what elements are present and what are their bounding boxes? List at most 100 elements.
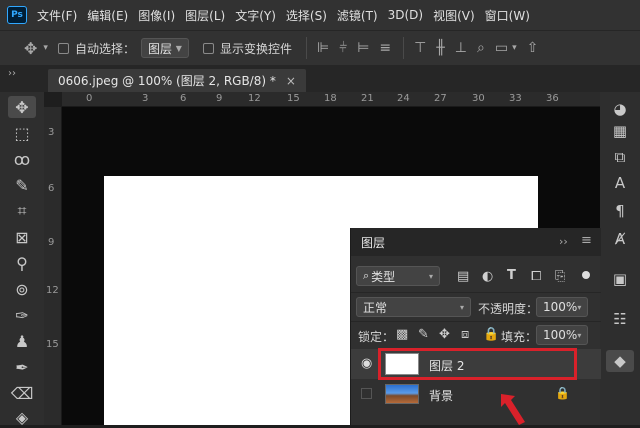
panel-menu-icon[interactable]: ≡ xyxy=(581,233,592,248)
glyphs-panel-icon[interactable]: Ⱥ xyxy=(606,228,634,250)
move-tool-icon[interactable]: ✥ xyxy=(8,96,36,118)
eye-icon[interactable]: ◉ xyxy=(361,356,372,371)
history-brush-tool-icon[interactable]: ✒ xyxy=(8,356,36,378)
move-tool-icon[interactable]: ✥ xyxy=(24,39,37,58)
layer-row[interactable]: ◉ 图层 2 xyxy=(351,348,601,380)
ruler-tick: 33 xyxy=(509,93,522,104)
ruler-tick: 36 xyxy=(546,93,559,104)
ruler-tick: 12 xyxy=(46,285,59,296)
lock-row: 锁定： ▩ ✎ ✥ ⧈ 🔒 填充： 100% ▾ xyxy=(351,321,601,348)
document-tab-bar: ›› 0606.jpeg @ 100% (图层 2, RGB/8) * × xyxy=(0,66,640,92)
lock-all-icon[interactable]: 🔒 xyxy=(483,327,499,342)
smart-object-filter-icon[interactable]: ⎘ xyxy=(555,269,565,284)
menu-window[interactable]: 窗口(W) xyxy=(485,7,530,24)
layer-name[interactable]: 图层 2 xyxy=(429,357,464,374)
show-transform-checkbox[interactable] xyxy=(202,42,214,54)
eyedropper-tool-icon[interactable]: ⚲ xyxy=(8,252,36,274)
align-center-icon[interactable]: ⫩ xyxy=(339,40,347,56)
layers-panel-icon[interactable]: ◆ xyxy=(606,350,634,372)
frame-tool-icon[interactable]: ⊠ xyxy=(8,226,36,248)
lock-position-icon[interactable]: ✥ xyxy=(439,327,450,342)
layer-name[interactable]: 背景 xyxy=(429,387,453,404)
layers-panel-header: 图层 ›› ≡ xyxy=(351,228,601,256)
stamp-tool-icon[interactable]: ♟ xyxy=(8,330,36,352)
menu-3d[interactable]: 3D(D) xyxy=(388,8,423,22)
swatches-panel-icon[interactable]: ▦ xyxy=(606,120,634,142)
lock-pixels-icon[interactable]: ✎ xyxy=(418,327,429,342)
lock-artboard-icon[interactable]: ⧈ xyxy=(461,327,469,342)
menu-image[interactable]: 图像(I) xyxy=(138,7,175,24)
menu-edit[interactable]: 编辑(E) xyxy=(87,7,128,24)
marquee-tool-icon[interactable]: ⬚ xyxy=(8,122,36,144)
adjustments-panel-icon[interactable]: ☷ xyxy=(606,308,634,330)
quick-select-tool-icon[interactable]: ✎ xyxy=(8,174,36,196)
libraries-panel-icon[interactable]: ⧉ xyxy=(606,146,634,168)
layer-row[interactable]: 背景 🔒 xyxy=(351,380,601,410)
align-bottom-icon[interactable]: ⊥ xyxy=(455,40,467,56)
ruler-tick: 21 xyxy=(361,93,374,104)
visibility-toggle[interactable] xyxy=(361,388,372,399)
photoshop-logo-icon[interactable]: Ps xyxy=(7,6,27,24)
align-middle-icon[interactable]: ╫ xyxy=(436,40,444,56)
properties-panel-icon[interactable]: ▣ xyxy=(606,268,634,290)
chevron-down-icon: ▾ xyxy=(577,330,582,340)
eraser-tool-icon[interactable]: ⌫ xyxy=(8,382,36,404)
color-panel-icon[interactable]: ◕ xyxy=(606,98,634,120)
share-icon[interactable]: ⇧ xyxy=(527,40,539,56)
ruler-tick: 30 xyxy=(472,93,485,104)
show-transform-label: 显示变换控件 xyxy=(219,41,292,56)
type-filter-icon[interactable]: T xyxy=(507,268,516,283)
auto-select-dropdown[interactable]: 图层 ▼ xyxy=(140,38,189,58)
filter-toggle-icon[interactable] xyxy=(582,271,590,279)
menu-filter[interactable]: 滤镜(T) xyxy=(337,7,378,24)
opacity-input[interactable]: 100% ▾ xyxy=(536,297,588,317)
menu-layer[interactable]: 图层(L) xyxy=(185,7,225,24)
align-left-icon[interactable]: ⊫ xyxy=(317,40,329,56)
search-icon: ⌕ xyxy=(363,269,370,282)
menu-bar: Ps 文件(F) 编辑(E) 图像(I) 图层(L) 文字(Y) 选择(S) 滤… xyxy=(0,0,640,30)
divider xyxy=(305,37,307,59)
layer-filter-dropdown[interactable]: ⌕ 类型 ▾ xyxy=(356,266,440,286)
menu-select[interactable]: 选择(S) xyxy=(286,7,327,24)
pixel-filter-icon[interactable]: ▤ xyxy=(457,269,469,284)
workspace-icon[interactable]: ▭ xyxy=(495,40,508,56)
search-icon[interactable]: ⌕ xyxy=(477,40,485,56)
ruler-tick: 9 xyxy=(216,93,223,104)
lock-icon: 🔒 xyxy=(555,386,570,400)
healing-tool-icon[interactable]: ⊚ xyxy=(8,278,36,300)
background-thumbnail xyxy=(385,384,419,404)
chevron-down-icon: ▾ xyxy=(428,271,433,281)
chevron-down-icon: ▾ xyxy=(459,302,464,312)
layers-panel-title[interactable]: 图层 xyxy=(361,234,385,251)
layers-panel: 图层 ›› ≡ ⌕ 类型 ▾ ▤ ◐ T ⧠ ⎘ 正常 ▾ 不透明度： 100%… xyxy=(350,228,601,425)
ruler-tick: 15 xyxy=(46,339,59,350)
ruler-tick: 18 xyxy=(324,93,337,104)
chevron-down-icon[interactable]: ▾ xyxy=(43,43,48,53)
vertical-ruler: 3 6 9 12 15 xyxy=(44,107,62,425)
close-icon[interactable]: × xyxy=(286,74,296,88)
menu-view[interactable]: 视图(V) xyxy=(433,7,475,24)
collapse-panel-icon[interactable]: ›› xyxy=(559,235,568,248)
distribute-icon[interactable]: ≡ xyxy=(379,40,391,56)
shape-filter-icon[interactable]: ⧠ xyxy=(531,269,541,284)
brush-tool-icon[interactable]: ✑ xyxy=(8,304,36,326)
menu-file[interactable]: 文件(F) xyxy=(37,7,77,24)
collapse-toolbar-icon[interactable]: ›› xyxy=(8,68,16,79)
paragraph-panel-icon[interactable]: ¶ xyxy=(606,200,634,222)
align-top-icon[interactable]: ⊤ xyxy=(414,40,426,56)
blend-mode-value: 正常 xyxy=(363,300,388,315)
lasso-tool-icon[interactable]: ꝏ xyxy=(8,148,36,170)
character-panel-icon[interactable]: A xyxy=(606,172,634,194)
align-right-icon[interactable]: ⊨ xyxy=(357,40,369,56)
blend-mode-dropdown[interactable]: 正常 ▾ xyxy=(356,297,471,317)
auto-select-checkbox[interactable] xyxy=(57,42,69,54)
crop-tool-icon[interactable]: ⌗ xyxy=(8,200,36,222)
lock-transparent-icon[interactable]: ▩ xyxy=(396,327,408,342)
panel-icon-strip: ◕ ▦ ⧉ A ¶ Ⱥ ▣ ☷ ◆ xyxy=(600,92,640,425)
menu-type[interactable]: 文字(Y) xyxy=(235,7,276,24)
adjustment-filter-icon[interactable]: ◐ xyxy=(482,269,493,284)
ruler-tick: 9 xyxy=(48,237,55,248)
chevron-down-icon[interactable]: ▾ xyxy=(512,43,517,53)
fill-input[interactable]: 100% ▾ xyxy=(536,325,588,345)
document-tab[interactable]: 0606.jpeg @ 100% (图层 2, RGB/8) * × xyxy=(48,69,306,92)
